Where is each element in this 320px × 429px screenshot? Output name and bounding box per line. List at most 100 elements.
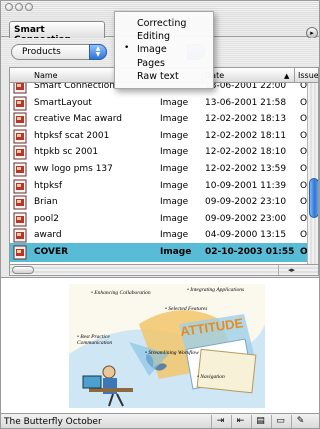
row-type: Image (160, 147, 189, 158)
status-label: The Butterfly October (4, 417, 102, 427)
sort-ascending-icon[interactable]: ▲ (284, 72, 289, 80)
preview-text: • Enhancing Collaboration (91, 290, 151, 296)
row-type: Image (160, 213, 189, 224)
column-header-name[interactable]: Name (34, 71, 58, 80)
row-name: award (34, 230, 62, 241)
cover-preview-image: ATTITUDE • Enhancing Collaboration • Int… (69, 284, 265, 408)
select-arrows-icon: ▲ ▼ (89, 44, 107, 60)
row-name: ww logo pms 137 (34, 164, 113, 174)
row-date: 09-09-2002 23:00 (205, 213, 287, 224)
row-name: creative Mac award (34, 114, 122, 125)
row-issue: Oc (300, 147, 307, 158)
row-date: 12-02-2002 18:13 (205, 114, 287, 125)
row-date: 10-09-2001 11:39 (205, 180, 287, 191)
row-name: SmartLayout (34, 97, 92, 108)
row-type: Image (160, 180, 189, 191)
menu-item-label: Pages (137, 57, 165, 69)
preview-text: • Best Practice Communication (77, 334, 113, 346)
tab-smart-connection[interactable]: Smart Connection (9, 21, 105, 45)
row-date: 09-09-2002 23:10 (205, 197, 287, 208)
menu-item-raw-text[interactable]: Raw text (115, 71, 213, 83)
image-file-icon (13, 145, 27, 160)
image-file-icon (13, 112, 27, 127)
row-issue: Oc (300, 247, 307, 257)
row-type: Image (160, 247, 192, 257)
type-menu: Correcting Editing • Image Pages Raw text (114, 11, 214, 89)
close-button[interactable] (5, 3, 13, 11)
checkmark-icon: • (124, 43, 130, 54)
row-date: 04-09-2000 13:15 (205, 230, 287, 241)
row-issue: Oc (300, 97, 307, 108)
row-name: htpksf scat 2001 (34, 130, 110, 141)
row-issue: Oc (300, 197, 307, 208)
row-date: 12-02-2002 18:11 (205, 130, 287, 141)
check-out-icon[interactable]: ⇤ (231, 415, 249, 428)
minimize-button[interactable] (15, 3, 23, 11)
horizontal-scroll-thumb[interactable] (12, 266, 34, 274)
row-type: Image (160, 164, 189, 174)
row-date: 12-02-2002 13:59 (205, 164, 287, 174)
image-file-icon (13, 195, 27, 210)
comment-icon[interactable]: ▭ (271, 415, 289, 428)
row-issue: Oc (300, 114, 307, 125)
row-name: htpksf (34, 180, 63, 191)
column-divider[interactable] (294, 68, 295, 83)
row-issue: Oc (300, 83, 307, 91)
row-name: htpkb sc 2001 (34, 147, 99, 158)
vertical-scroll-thumb[interactable] (309, 178, 318, 218)
row-name: Smart Connection (34, 83, 116, 91)
menu-item-image[interactable]: • Image (115, 43, 213, 56)
row-issue: Oc (300, 230, 307, 241)
row-name: pool2 (34, 213, 59, 224)
row-date: 13-06-2001 22:00 (205, 83, 287, 91)
row-date: 13-06-2001 21:58 (205, 97, 287, 108)
document-icon[interactable]: ▤ (251, 415, 269, 428)
table-rows: Smart Connection 13-06-2001 22:00 Oc SmartL… (10, 83, 307, 264)
row-type: Image (160, 114, 189, 125)
column-header-issue[interactable]: Issue (298, 71, 318, 80)
image-file-icon (13, 212, 27, 227)
preview-text: • Selected Features (165, 306, 208, 312)
scroll-arrows-icon[interactable]: ◂▸ (278, 265, 304, 275)
row-type: Image (160, 230, 189, 241)
preview-text: • Streamlining Workflow (145, 350, 199, 356)
row-type: Image (160, 197, 189, 208)
image-file-icon (13, 179, 27, 194)
status-bar: The Butterfly October ⇥ ⇤ ▤ ▭ ✎ (1, 413, 319, 428)
preview-pane: ATTITUDE • Enhancing Collaboration • Int… (1, 277, 319, 413)
check-in-icon[interactable]: ⇥ (211, 415, 229, 428)
row-date: 12-02-2002 18:10 (205, 147, 287, 158)
row-issue: Oc (300, 180, 307, 191)
products-select-label: Products (22, 47, 61, 57)
preview-text: • Integrating Applications (187, 287, 245, 293)
zoom-button[interactable] (25, 3, 33, 11)
products-select[interactable]: Products ▲ ▼ (11, 44, 107, 60)
menu-item-editing[interactable]: Editing (115, 31, 213, 43)
row-name: COVER (34, 247, 69, 257)
menu-item-correcting[interactable]: Correcting (115, 18, 213, 30)
menu-item-pages[interactable]: Pages (115, 58, 213, 70)
menu-item-label: Correcting (137, 18, 187, 29)
row-type: Image (160, 130, 189, 141)
table-row[interactable]: COVER Image 02-10-2003 01:55 Oc (10, 243, 307, 262)
menu-item-label: Raw text (137, 70, 179, 82)
row-issue: Oc (300, 164, 307, 174)
smart-connection-panel: Smart Connection ▸ Products ▲▼ Name Date… (0, 0, 320, 429)
image-file-icon (13, 162, 27, 177)
edit-icon[interactable]: ✎ (291, 415, 309, 428)
image-file-icon (13, 129, 27, 144)
preview-text: • Navigation (197, 374, 225, 380)
image-file-icon (13, 83, 27, 94)
image-file-icon (13, 96, 27, 111)
vertical-scrollbar[interactable] (307, 83, 318, 264)
row-name: Brian (34, 197, 58, 208)
image-file-icon (13, 228, 27, 243)
row-date: 02-10-2003 01:55 (205, 247, 295, 257)
image-file-icon (13, 245, 27, 260)
row-type: Image (160, 97, 189, 108)
menu-item-label: Editing (137, 31, 171, 43)
cover-art: ATTITUDE (69, 284, 265, 408)
horizontal-scrollbar[interactable]: ◂▸ (9, 265, 319, 276)
row-issue: Oc (300, 213, 307, 224)
row-issue: Oc (300, 130, 307, 141)
